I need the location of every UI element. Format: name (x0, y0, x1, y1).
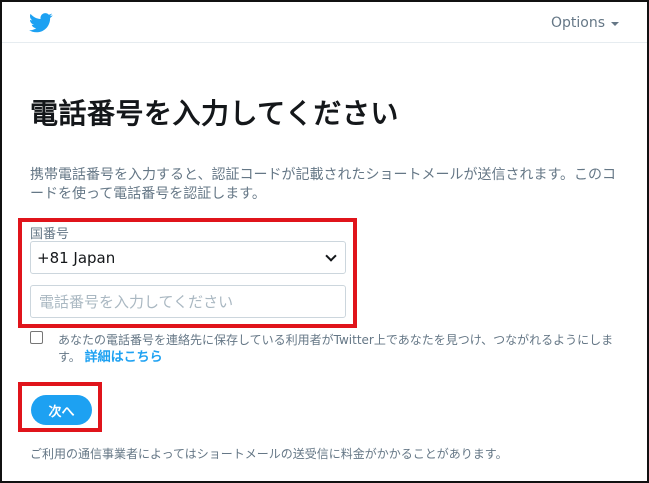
page-title: 電話番号を入力してください (30, 97, 399, 130)
discoverability-checkbox[interactable] (30, 331, 43, 344)
country-code-label: 国番号 (30, 227, 70, 242)
discoverability-text-block: あなたの電話番号を連絡先に保存している利用者がTwitter上であなたを見つけ、… (58, 332, 618, 366)
chevron-down-icon (325, 249, 337, 262)
next-button[interactable]: 次へ (31, 395, 92, 425)
options-label[interactable]: Options (551, 15, 605, 31)
country-code-select[interactable]: +81 Japan (30, 241, 346, 274)
phone-number-input[interactable] (30, 285, 346, 318)
description-text: 携帯電話番号を入力すると、認証コードが記載されたショートメールが送信されます。こ… (30, 167, 617, 202)
twitter-bird-icon[interactable] (29, 13, 53, 33)
top-bar: Options (2, 2, 647, 43)
sms-fee-note: ご利用の通信事業者によってはショートメールの送受信に料金がかかることがあります。 (30, 447, 508, 461)
caret-down-icon (611, 22, 619, 26)
country-code-value: +81 Japan (37, 248, 116, 267)
learn-more-link[interactable]: 詳細はこちら (85, 350, 163, 365)
options-menu[interactable]: Options (551, 15, 619, 31)
